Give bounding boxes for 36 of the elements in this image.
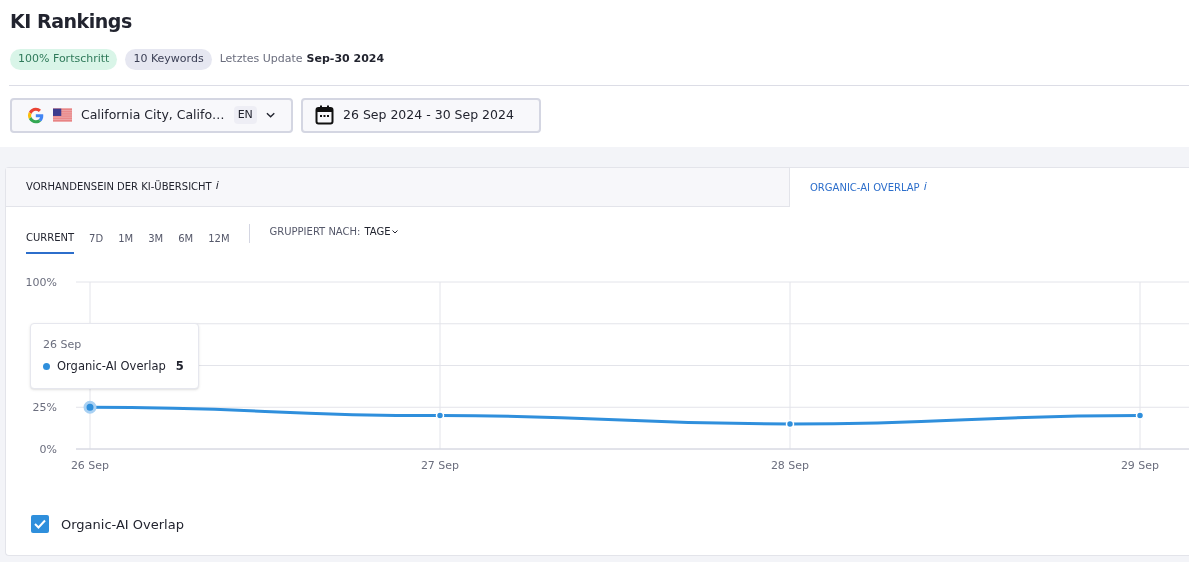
axis-label: 26 Sep xyxy=(70,458,110,472)
tooltip-date: 26 Sep xyxy=(43,336,83,353)
check-icon xyxy=(34,519,46,530)
flag-icon xyxy=(52,107,72,123)
axis-label: 28 Sep xyxy=(770,458,810,472)
date-range-picker[interactable]: 26 Sep 2024 - 30 Sep 2024 xyxy=(301,97,541,133)
tab[interactable]: VORHANDENSEIN DER KI-ÜBERSICHT i xyxy=(6,167,790,207)
location-select[interactable]: California City, Califo… EN xyxy=(10,97,293,133)
tooltip-value: 5 xyxy=(175,357,184,375)
axis-label: 0% xyxy=(39,442,57,456)
axis-label: 100% xyxy=(25,275,57,289)
period-tab[interactable]: CURRENT xyxy=(26,223,75,254)
chevron-down-icon xyxy=(265,112,275,118)
axis-label: 25% xyxy=(32,400,57,414)
group-by-label: GRUPPIERT NACH: xyxy=(269,224,361,239)
last-update-label: Letztes Update xyxy=(219,51,303,67)
group-by-select[interactable]: TAGE xyxy=(364,223,399,239)
google-logo-icon xyxy=(28,106,44,124)
legend-checkbox[interactable]: Organic-AI Overlap xyxy=(31,514,1164,534)
tooltip-series: Organic-AI Overlap xyxy=(57,357,166,375)
period-tab[interactable]: 1M xyxy=(118,223,134,254)
chevron-down-icon xyxy=(392,229,399,234)
language-tag: EN xyxy=(233,105,257,125)
period-tab[interactable]: 7D xyxy=(89,223,104,254)
badge: 10 Keywords xyxy=(125,49,212,70)
checkbox[interactable] xyxy=(31,515,49,534)
axis-label: 29 Sep xyxy=(1120,458,1160,472)
period-tab[interactable]: 12M xyxy=(208,223,230,254)
last-update-value: Sep-30 2024 xyxy=(306,51,385,67)
badge: 100% Fortschritt xyxy=(10,49,118,70)
calendar-icon xyxy=(315,105,334,125)
period-tab[interactable]: 3M xyxy=(148,223,164,254)
period-tab[interactable]: 6M xyxy=(178,223,194,254)
data-point[interactable] xyxy=(83,400,97,414)
page-title: KI Rankings xyxy=(10,9,133,33)
axis-label: 27 Sep xyxy=(420,458,460,472)
